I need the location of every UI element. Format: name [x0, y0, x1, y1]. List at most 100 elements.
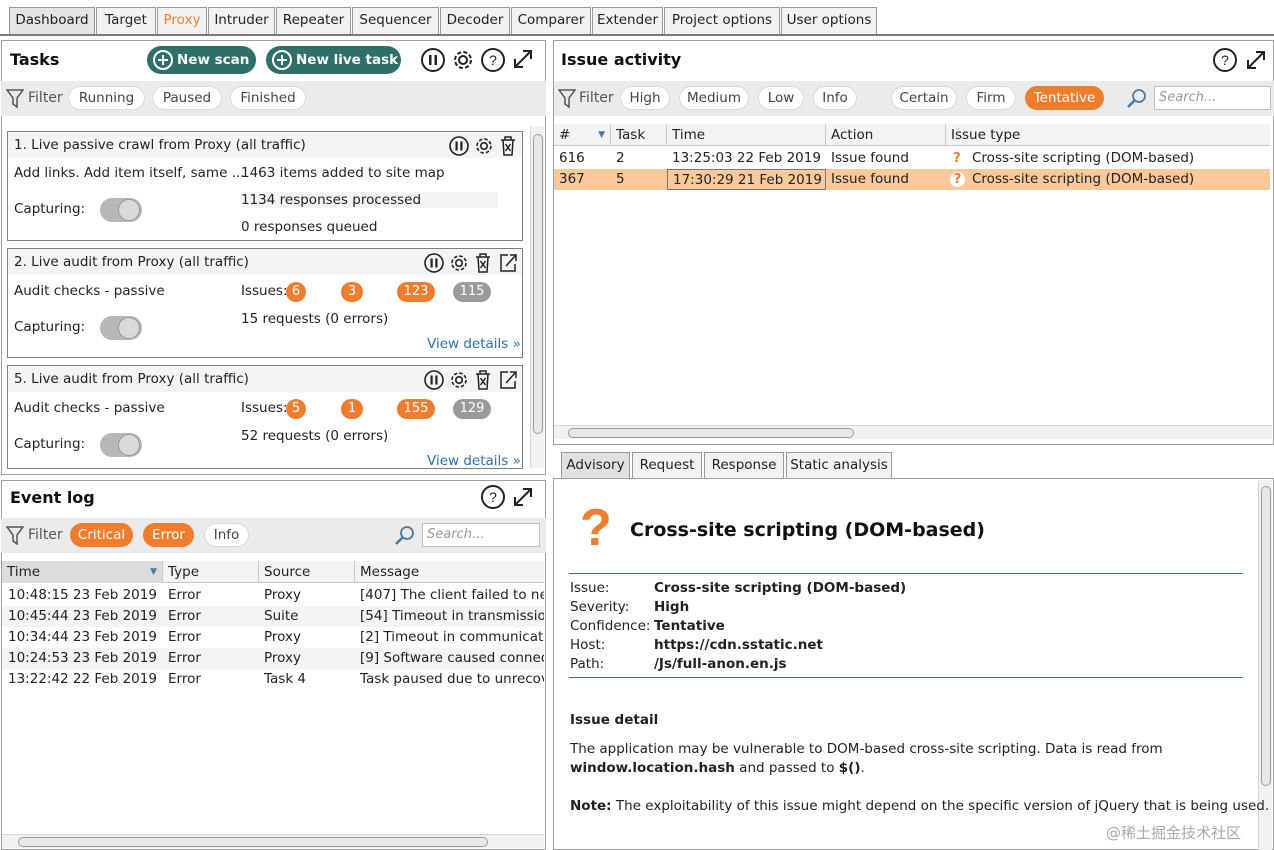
issue-table-hscroll[interactable]: [554, 425, 1272, 439]
gear-icon[interactable]: [473, 135, 495, 157]
new-scan-button[interactable]: New scan: [147, 46, 256, 74]
popout-icon[interactable]: [498, 252, 518, 274]
field-label: Confidence:: [570, 618, 651, 634]
col-message[interactable]: Message: [355, 561, 544, 583]
view-details-link[interactable]: View details »: [427, 336, 521, 352]
issue-table-header: # ▼ Task Time Action Issue type: [554, 124, 1270, 146]
new-live-task-button[interactable]: New live task: [266, 46, 401, 74]
filter-critical[interactable]: Critical: [70, 523, 133, 547]
help-icon[interactable]: ?: [1212, 47, 1238, 73]
filter-paused[interactable]: Paused: [152, 86, 222, 110]
table-row[interactable]: 10:45:44 23 Feb 2019 Error Suite [54] Ti…: [2, 606, 544, 627]
col-task[interactable]: Task: [611, 124, 667, 146]
help-icon[interactable]: ?: [480, 47, 506, 73]
issue-search-input[interactable]: Search...: [1154, 86, 1271, 110]
tab-advisory[interactable]: Advisory: [561, 452, 630, 478]
expand-icon[interactable]: [511, 47, 535, 71]
delete-icon[interactable]: [473, 369, 493, 391]
task-stat: 1134 responses processed: [241, 192, 498, 208]
gear-icon[interactable]: [450, 47, 476, 73]
tab-response[interactable]: Response: [704, 452, 784, 478]
col-time[interactable]: Time ▼: [2, 561, 163, 583]
tab-proxy[interactable]: Proxy: [157, 7, 207, 34]
tab-dashboard[interactable]: Dashboard: [9, 7, 95, 34]
issue-count-info[interactable]: 129: [453, 399, 491, 419]
task-config: Audit checks - passive: [14, 283, 165, 299]
tab-comparer[interactable]: Comparer: [511, 7, 591, 34]
filter-icon[interactable]: [558, 88, 576, 108]
table-row[interactable]: 616 2 13:25:03 22 Feb 2019 Issue found ?…: [554, 148, 1270, 169]
field-value: Cross-site scripting (DOM-based): [654, 580, 907, 596]
cell-time: 10:24:53 23 Feb 2019: [8, 650, 157, 666]
task-card[interactable]: 5. Live audit from Proxy (all traffic) A…: [7, 365, 523, 469]
plus-icon: [272, 50, 292, 70]
event-search-input[interactable]: Search...: [422, 523, 540, 547]
cell-time: 10:45:44 23 Feb 2019: [8, 608, 157, 624]
filter-firm[interactable]: Firm: [966, 86, 1016, 110]
task-card[interactable]: 1. Live passive crawl from Proxy (all tr…: [7, 131, 523, 241]
table-row[interactable]: 13:22:42 22 Feb 2019 Error Task 4 Task p…: [2, 669, 544, 690]
issue-count-medium[interactable]: 1: [341, 399, 363, 419]
event-table-hscroll[interactable]: [2, 834, 544, 848]
advisory-scrollbar[interactable]: [1258, 480, 1272, 850]
filter-medium[interactable]: Medium: [679, 86, 749, 110]
popout-icon[interactable]: [498, 369, 518, 391]
capturing-toggle[interactable]: [100, 198, 142, 222]
pause-icon[interactable]: [423, 252, 445, 274]
filter-icon[interactable]: [6, 88, 24, 108]
table-row-selected[interactable]: 367 5 17:30:29 21 Feb 2019 Issue found ?…: [554, 169, 1270, 190]
expand-icon[interactable]: [511, 485, 535, 509]
pause-icon[interactable]: [448, 135, 470, 157]
tab-project-options[interactable]: Project options: [664, 7, 780, 34]
filter-running[interactable]: Running: [68, 86, 145, 110]
tab-request[interactable]: Request: [632, 452, 702, 478]
tasks-scrollbar[interactable]: [530, 126, 544, 468]
col-num[interactable]: # ▼: [554, 124, 611, 146]
table-row[interactable]: 10:24:53 23 Feb 2019 Error Proxy [9] Sof…: [2, 648, 544, 669]
tab-user-options[interactable]: User options: [781, 7, 877, 34]
filter-low[interactable]: Low: [758, 86, 804, 110]
issue-count-medium[interactable]: 3: [341, 282, 363, 302]
task-card[interactable]: 2. Live audit from Proxy (all traffic) A…: [7, 248, 523, 358]
tab-intruder[interactable]: Intruder: [208, 7, 275, 34]
filter-info[interactable]: Info: [204, 523, 249, 547]
view-details-link[interactable]: View details »: [427, 453, 521, 469]
table-row[interactable]: 10:34:44 23 Feb 2019 Error Proxy [2] Tim…: [2, 627, 544, 648]
col-source[interactable]: Source: [259, 561, 355, 583]
issue-count-low[interactable]: 123: [397, 282, 435, 302]
tab-static-analysis[interactable]: Static analysis: [786, 452, 892, 478]
filter-error[interactable]: Error: [143, 523, 194, 547]
pause-icon[interactable]: [420, 47, 446, 73]
help-icon[interactable]: ?: [480, 484, 506, 510]
capturing-toggle[interactable]: [100, 433, 142, 457]
delete-icon[interactable]: [498, 135, 518, 157]
filter-icon[interactable]: [6, 525, 24, 545]
issue-count-info[interactable]: 115: [453, 282, 491, 302]
col-time[interactable]: Time: [667, 124, 826, 146]
tab-target[interactable]: Target: [96, 7, 156, 34]
pause-icon[interactable]: [423, 369, 445, 391]
issue-count-high[interactable]: 6: [286, 282, 306, 302]
tab-extender[interactable]: Extender: [592, 7, 663, 34]
gear-icon[interactable]: [448, 252, 470, 274]
capturing-toggle[interactable]: [100, 316, 142, 340]
tab-sequencer[interactable]: Sequencer: [352, 7, 439, 34]
tab-repeater[interactable]: Repeater: [276, 7, 351, 34]
filter-certain[interactable]: Certain: [891, 86, 957, 110]
filter-tentative[interactable]: Tentative: [1025, 86, 1104, 110]
task-stat: 0 responses queued: [241, 219, 378, 235]
issue-count-high[interactable]: 5: [286, 399, 306, 419]
col-type[interactable]: Type: [163, 561, 259, 583]
filter-high[interactable]: High: [620, 86, 670, 110]
cell-time: 10:48:15 23 Feb 2019: [8, 587, 157, 603]
filter-finished[interactable]: Finished: [230, 86, 306, 110]
filter-info[interactable]: Info: [813, 86, 857, 110]
expand-icon[interactable]: [1244, 48, 1268, 72]
col-action[interactable]: Action: [826, 124, 946, 146]
gear-icon[interactable]: [448, 369, 470, 391]
tab-decoder[interactable]: Decoder: [440, 7, 510, 34]
col-issue-type[interactable]: Issue type: [946, 124, 1270, 146]
table-row[interactable]: 10:48:15 23 Feb 2019 Error Proxy [407] T…: [2, 585, 544, 606]
delete-icon[interactable]: [473, 252, 493, 274]
issue-count-low[interactable]: 155: [397, 399, 435, 419]
